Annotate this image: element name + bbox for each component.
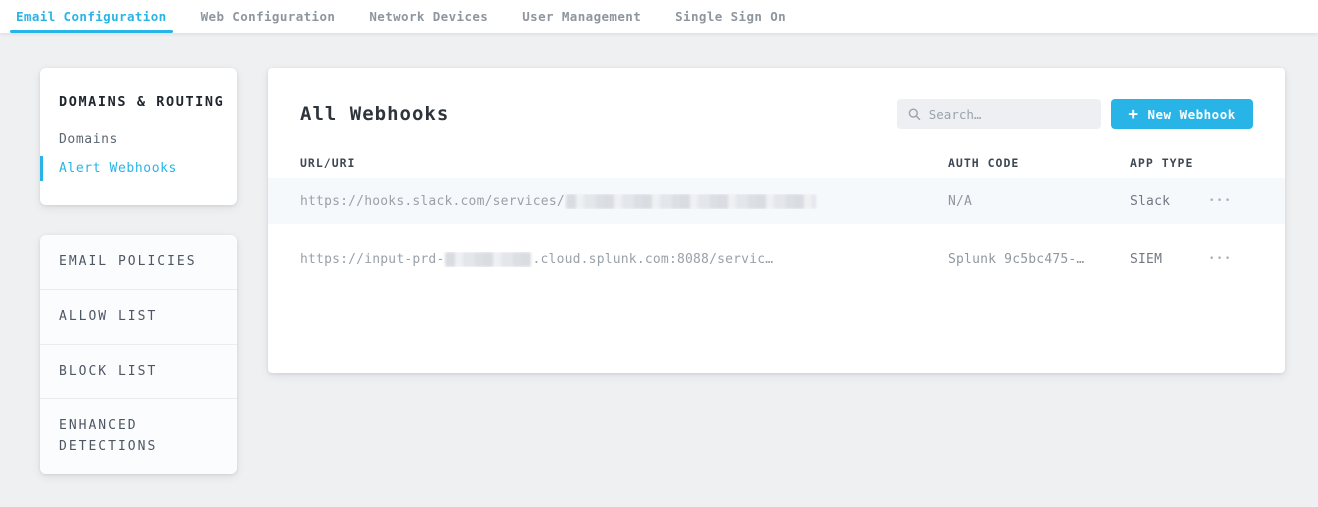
table-row[interactable]: https://input-prd-.cloud.splunk.com:8088… (268, 236, 1285, 282)
top-navigation: Email Configuration Web Configuration Ne… (0, 0, 1318, 33)
webhook-url: https://hooks.slack.com/services/ (300, 194, 948, 209)
policy-sections-card: EMAIL POLICIES ALLOW LIST BLOCK LIST ENH… (40, 235, 237, 474)
webhook-app-type: SIEM (1130, 252, 1207, 267)
new-webhook-label: New Webhook (1147, 107, 1235, 122)
column-header-app-type: APP TYPE (1130, 156, 1207, 170)
plus-icon: + (1128, 106, 1138, 122)
search-icon (908, 107, 920, 121)
sidebar: DOMAINS & ROUTING Domains Alert Webhooks… (40, 68, 237, 474)
webhook-url: https://input-prd-.cloud.splunk.com:8088… (300, 252, 948, 267)
header-actions: + New Webhook (897, 99, 1252, 129)
row-menu-ellipsis-icon[interactable]: ••• (1207, 250, 1235, 268)
new-webhook-button[interactable]: + New Webhook (1111, 99, 1252, 129)
column-header-url: URL/URI (300, 156, 948, 170)
sidebar-item-alert-webhooks[interactable]: Alert Webhooks (40, 154, 237, 183)
column-header-auth-code: AUTH CODE (948, 156, 1130, 170)
search-input[interactable] (929, 107, 1091, 122)
tab-single-sign-on[interactable]: Single Sign On (669, 0, 792, 33)
page-content: DOMAINS & ROUTING Domains Alert Webhooks… (0, 33, 1318, 474)
webhook-app-type: Slack (1130, 194, 1207, 209)
table-header: URL/URI AUTH CODE APP TYPE (268, 156, 1285, 170)
page-title: All Webhooks (300, 103, 449, 125)
sidebar-item-enhanced-detections[interactable]: ENHANCED DETECTIONS (40, 398, 237, 474)
tab-email-configuration[interactable]: Email Configuration (10, 0, 173, 33)
sidebar-item-allow-list[interactable]: ALLOW LIST (40, 289, 237, 344)
webhooks-panel: All Webhooks + New Webhook URL/URI AUTH … (268, 68, 1285, 373)
tab-web-configuration[interactable]: Web Configuration (195, 0, 342, 33)
tab-user-management[interactable]: User Management (516, 0, 647, 33)
domains-routing-card: DOMAINS & ROUTING Domains Alert Webhooks (40, 68, 237, 205)
sidebar-item-domains[interactable]: Domains (40, 125, 237, 154)
tab-network-devices[interactable]: Network Devices (363, 0, 494, 33)
table-row[interactable]: https://hooks.slack.com/services/ N/A Sl… (268, 178, 1285, 224)
webhook-auth-code: Splunk 9c5bc475-… (948, 252, 1130, 267)
webhook-auth-code: N/A (948, 194, 1130, 209)
row-menu-ellipsis-icon[interactable]: ••• (1207, 192, 1235, 210)
redacted-blur (566, 194, 816, 209)
redacted-blur (445, 252, 531, 267)
sidebar-item-block-list[interactable]: BLOCK LIST (40, 344, 237, 399)
search-box[interactable] (897, 99, 1101, 129)
sidebar-item-email-policies[interactable]: EMAIL POLICIES (40, 235, 237, 289)
routing-card-title: DOMAINS & ROUTING (40, 94, 237, 110)
panel-header: All Webhooks + New Webhook (268, 68, 1285, 156)
